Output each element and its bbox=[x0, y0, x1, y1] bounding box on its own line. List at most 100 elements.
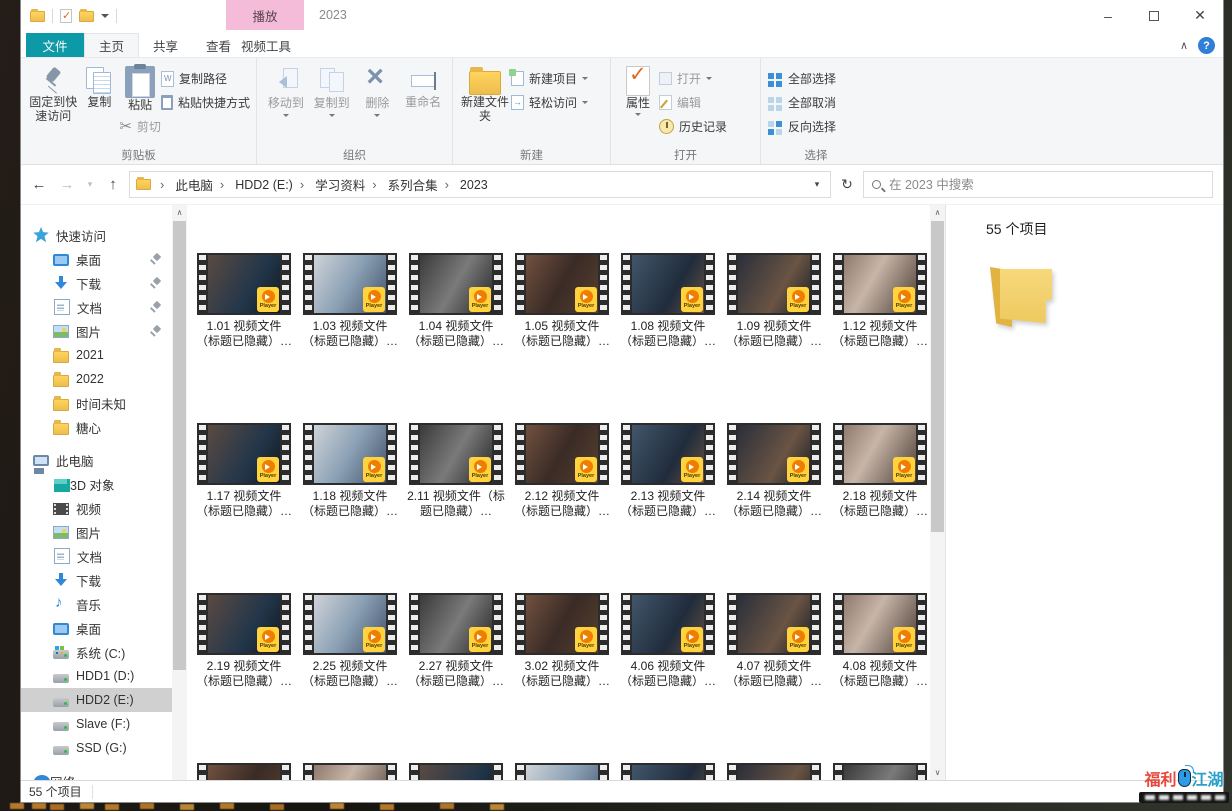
file-tile[interactable]: Player 4.07 视频文件（标题已隐藏）… bbox=[725, 593, 823, 704]
sidebar-item[interactable]: 系统 (C:) bbox=[21, 640, 172, 664]
copy-path-button[interactable]: 复制路径 bbox=[161, 68, 250, 89]
file-tile[interactable]: Player 1.09 视频文件（标题已隐藏）… bbox=[725, 253, 823, 364]
file-tile[interactable]: Player 1.12 视频文件（标题已隐藏）… bbox=[831, 253, 929, 364]
file-tile[interactable]: Player 1.18 视频文件（标题已隐藏）… bbox=[301, 423, 399, 534]
breadcrumb-item[interactable]: HDD2 (E:) bbox=[233, 177, 313, 192]
address-dropdown-chevron-icon[interactable]: ▾ bbox=[810, 172, 824, 198]
sidebar-item[interactable]: HDD1 (D:) bbox=[21, 664, 172, 688]
pin-to-quick-access-button[interactable]: 固定到快速访问 bbox=[27, 62, 80, 123]
file-tile[interactable]: Player 1.04 视频文件（标题已隐藏）… bbox=[407, 253, 505, 364]
sidebar-item[interactable]: 下载 bbox=[21, 271, 172, 295]
breadcrumb-item[interactable]: 此电脑 bbox=[173, 175, 233, 194]
sidebar-item[interactable]: 2022 bbox=[21, 367, 172, 391]
file-tile-partial[interactable] bbox=[513, 763, 611, 780]
sidebar-item[interactable]: 网络 bbox=[21, 769, 172, 780]
file-tile[interactable]: Player 1.05 视频文件（标题已隐藏）… bbox=[513, 253, 611, 364]
sidebar-item[interactable]: 文档 bbox=[21, 295, 172, 319]
collapse-ribbon-icon[interactable]: ∧ bbox=[1180, 39, 1188, 52]
paste-button[interactable]: 粘贴 ✂ 剪切 bbox=[119, 62, 161, 137]
file-tile[interactable]: Player 1.01 视频文件（标题已隐藏）… bbox=[195, 253, 293, 364]
tab-share[interactable]: 共享 bbox=[139, 33, 192, 57]
new-item-button[interactable]: 新建项目 bbox=[511, 68, 588, 89]
file-tile[interactable]: Player 4.08 视频文件（标题已隐藏）… bbox=[831, 593, 929, 704]
sidebar-item[interactable]: 3D 对象 bbox=[21, 472, 172, 496]
file-tile[interactable]: Player 2.19 视频文件（标题已隐藏）… bbox=[195, 593, 293, 704]
up-button[interactable]: ↑ bbox=[101, 172, 125, 198]
scroll-down-icon[interactable]: ∨ bbox=[930, 765, 945, 780]
sidebar-item[interactable]: 图片 bbox=[21, 319, 172, 343]
sidebar-item[interactable]: 音乐 bbox=[21, 592, 172, 616]
edit-button[interactable]: 编辑 bbox=[659, 92, 727, 113]
file-tile[interactable]: Player 3.02 视频文件（标题已隐藏）… bbox=[513, 593, 611, 704]
scroll-up-icon[interactable]: ∧ bbox=[172, 205, 187, 220]
easy-access-button[interactable]: 轻松访问 bbox=[511, 92, 588, 113]
scrollbar-thumb[interactable] bbox=[173, 221, 186, 670]
recent-locations-chevron-icon[interactable]: ▾ bbox=[83, 172, 97, 198]
file-tile[interactable]: Player 2.27 视频文件（标题已隐藏）… bbox=[407, 593, 505, 704]
invert-selection-button[interactable]: 反向选择 bbox=[767, 116, 836, 137]
file-tile[interactable]: Player 1.17 视频文件（标题已隐藏）… bbox=[195, 423, 293, 534]
sidebar-item[interactable]: 此电脑 bbox=[21, 448, 172, 472]
file-tile-partial[interactable] bbox=[619, 763, 717, 780]
history-button[interactable]: 历史记录 bbox=[659, 116, 727, 137]
copy-to-button[interactable]: 复制到 bbox=[309, 62, 355, 120]
forward-button[interactable]: → bbox=[55, 172, 79, 198]
select-all-button[interactable]: 全部选择 bbox=[767, 68, 836, 89]
properties-button[interactable]: 属性 bbox=[617, 62, 659, 119]
tab-file[interactable]: 文件 bbox=[26, 33, 84, 57]
sidebar-item[interactable]: 时间未知 bbox=[21, 391, 172, 415]
qat-properties-icon[interactable] bbox=[60, 9, 72, 23]
search-input[interactable] bbox=[889, 178, 1204, 192]
qat-folder-icon[interactable] bbox=[30, 11, 45, 22]
tab-video-tools[interactable]: 视频工具 bbox=[228, 33, 304, 57]
file-tile[interactable]: Player 1.03 视频文件（标题已隐藏）… bbox=[301, 253, 399, 364]
rename-button[interactable]: 重命名 bbox=[400, 62, 446, 110]
file-tile[interactable]: Player 1.08 视频文件（标题已隐藏）… bbox=[619, 253, 717, 364]
file-tile[interactable]: Player 2.13 视频文件（标题已隐藏）… bbox=[619, 423, 717, 534]
scrollbar-thumb[interactable] bbox=[931, 221, 944, 532]
sidebar-item[interactable]: HDD2 (E:) bbox=[21, 688, 172, 712]
file-tile-partial[interactable] bbox=[725, 763, 823, 780]
new-folder-button[interactable]: 新建文件夹 bbox=[459, 62, 511, 123]
search-box[interactable] bbox=[863, 171, 1213, 198]
refresh-icon[interactable]: ↻ bbox=[835, 172, 859, 198]
file-tile-partial[interactable] bbox=[301, 763, 399, 780]
file-list-area[interactable]: Player 1.01 视频文件（标题已隐藏）… Player bbox=[187, 205, 945, 780]
file-tile-partial[interactable] bbox=[195, 763, 293, 780]
maximize-button[interactable] bbox=[1131, 0, 1177, 31]
minimize-button[interactable]: – bbox=[1085, 0, 1131, 31]
close-button[interactable]: ✕ bbox=[1177, 0, 1223, 31]
paste-shortcut-button[interactable]: 粘贴快捷方式 bbox=[161, 92, 250, 113]
sidebar-item[interactable]: 2021 bbox=[21, 343, 172, 367]
sidebar-item[interactable]: 桌面 bbox=[21, 616, 172, 640]
sidebar-item[interactable]: 桌面 bbox=[21, 247, 172, 271]
sidebar-item[interactable]: Slave (F:) bbox=[21, 712, 172, 736]
file-tile-partial[interactable] bbox=[407, 763, 505, 780]
file-tile[interactable]: Player 2.11 视频文件（标题已隐藏）… bbox=[407, 423, 505, 534]
breadcrumb-item[interactable]: 系列合集 bbox=[386, 175, 458, 194]
back-button[interactable]: ← bbox=[27, 172, 51, 198]
breadcrumb-item[interactable]: 2023 bbox=[458, 178, 490, 192]
sidebar-scrollbar[interactable]: ∧ bbox=[172, 205, 187, 780]
file-tile[interactable]: Player 2.18 视频文件（标题已隐藏）… bbox=[831, 423, 929, 534]
tab-home[interactable]: 主页 bbox=[84, 33, 139, 57]
video-tools-contextual-header[interactable]: 播放 bbox=[226, 0, 304, 30]
breadcrumb-item[interactable]: 学习资料 bbox=[313, 175, 385, 194]
sidebar-item[interactable]: 下载 bbox=[21, 568, 172, 592]
qat-new-folder-icon[interactable] bbox=[79, 11, 94, 22]
open-button[interactable]: 打开 bbox=[659, 68, 727, 89]
sidebar-item[interactable]: 视频 bbox=[21, 496, 172, 520]
select-none-button[interactable]: 全部取消 bbox=[767, 92, 836, 113]
breadcrumb[interactable]: 此电脑HDD2 (E:)学习资料系列合集2023 ▾ bbox=[129, 171, 831, 198]
sidebar-item[interactable]: 文档 bbox=[21, 544, 172, 568]
delete-button[interactable]: 删除 bbox=[355, 62, 401, 120]
move-to-button[interactable]: 移动到 bbox=[263, 62, 309, 120]
file-tile[interactable]: Player 2.25 视频文件（标题已隐藏）… bbox=[301, 593, 399, 704]
file-list-scrollbar[interactable]: ∧ ∨ bbox=[930, 205, 945, 780]
sidebar-item[interactable]: 图片 bbox=[21, 520, 172, 544]
file-tile[interactable]: Player 4.06 视频文件（标题已隐藏）… bbox=[619, 593, 717, 704]
qat-customize-chevron-icon[interactable] bbox=[101, 14, 109, 22]
sidebar-item[interactable]: 快速访问 bbox=[21, 223, 172, 247]
file-tile-partial[interactable] bbox=[831, 763, 929, 780]
file-tile[interactable]: Player 2.12 视频文件（标题已隐藏）… bbox=[513, 423, 611, 534]
